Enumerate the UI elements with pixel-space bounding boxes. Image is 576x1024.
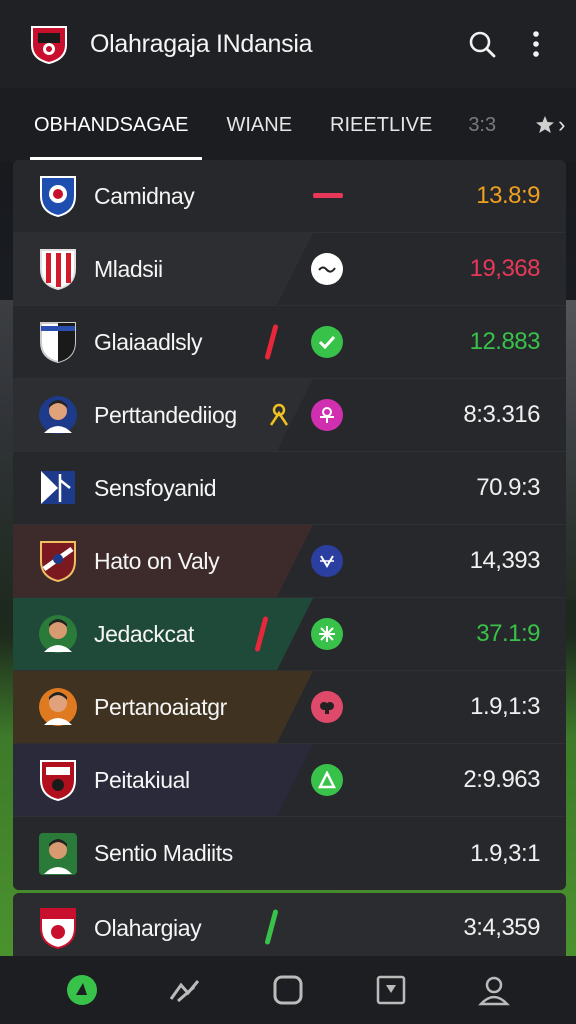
stadium-light-left [0, 300, 14, 600]
list-item[interactable]: Mladsii 19,368 [13, 233, 566, 306]
team-score: 3:4,359 [463, 914, 540, 941]
status-dot-icon [311, 545, 343, 577]
player-avatar-icon [39, 615, 77, 653]
tab-bar: OBHANDSAGAE WIANE RIEETLIVE 3:3 › [0, 88, 576, 162]
bookmark-icon[interactable] [369, 968, 413, 1012]
team-name: Mladsii [94, 255, 163, 282]
app-header: Olahragaja INdansia [0, 0, 576, 88]
team-score: 2:9.963 [463, 766, 540, 793]
blue-crest-icon [40, 176, 76, 218]
list-item[interactable]: Hato on Valy 14,393 [13, 525, 566, 598]
list-item[interactable]: Camidnay 13.8:9 [13, 160, 566, 233]
team-score: 14,393 [469, 547, 541, 574]
chevron-right-icon: › [558, 112, 566, 137]
team-score: 12.883 [469, 328, 541, 355]
team-name: Camidnay [94, 182, 195, 209]
black-shield-crest-icon [40, 322, 76, 364]
status-dot-icon [311, 253, 343, 285]
tab-rieetlive[interactable]: RIEETLIVE [330, 88, 432, 162]
team-name: Hato on Valy [94, 547, 220, 574]
list-item[interactable]: Glaiaadlsly 12.883 [13, 306, 566, 379]
team-score: 37.1:9 [476, 620, 540, 647]
team-name: Sentio Madiits [94, 840, 233, 866]
team-name: Olahargiay [94, 914, 202, 941]
tab-wiane[interactable]: WIANE [226, 88, 292, 162]
team-score: 1.9,1:3 [470, 693, 540, 720]
list-item[interactable]: Jedackcat 37.1:9 [13, 598, 566, 671]
team-score: 19,368 [469, 255, 541, 282]
team-name: Perttandediiog [94, 401, 237, 428]
app-title: Olahragaja INdansia [90, 29, 313, 58]
tab-more[interactable]: › [534, 88, 565, 162]
bottom-nav [0, 956, 576, 1024]
list-item[interactable]: Sensfoyanid 70.9:3 [13, 452, 566, 525]
standings-list: Camidnay 13.8:9 Mladsii 19,368 Glaiaadls… [13, 160, 566, 890]
player-avatar-icon [39, 688, 77, 726]
check-icon [311, 326, 343, 358]
trophy-icon [536, 116, 555, 133]
profile-icon[interactable] [472, 968, 516, 1012]
team-score: 70.9:3 [476, 474, 540, 501]
team-name: Peitakiual [94, 766, 190, 793]
status-dot-icon [311, 399, 343, 431]
red-crest-icon [40, 760, 76, 802]
player-avatar-icon [39, 832, 77, 875]
team-name: Glaiaadlsly [94, 328, 203, 355]
more-vertical-icon[interactable] [520, 28, 552, 60]
team-score: 8:3.316 [463, 401, 540, 428]
list-item[interactable]: Perttandediiog 8:3.316 [13, 379, 566, 452]
player-avatar-icon [39, 396, 77, 434]
search-icon[interactable] [466, 28, 498, 60]
status-dot-icon [311, 691, 343, 723]
list-item[interactable]: Sentio Madiits 1.9,3:1 [13, 817, 566, 890]
red-white-striped-crest-icon [40, 249, 76, 291]
team-name: Pertanoaiatgr [94, 693, 227, 720]
user-icon [269, 403, 289, 432]
team-name: Sensfoyanid [94, 474, 217, 501]
square-icon[interactable] [266, 968, 310, 1012]
status-dot-icon [311, 764, 343, 796]
team-score: 13.8:9 [476, 182, 540, 209]
stats-icon[interactable] [163, 968, 207, 1012]
tab-score[interactable]: 3:3 [468, 88, 496, 162]
maroon-crest-icon [40, 541, 76, 583]
blue-flag-crest-icon [41, 471, 75, 504]
live-icon[interactable] [60, 968, 104, 1012]
club-crest-icon [31, 26, 67, 65]
list-item[interactable]: Pertanoaiatgr 1.9,1:3 [13, 671, 566, 744]
list-item[interactable]: Peitakiual 2:9.963 [13, 744, 566, 817]
tab-obhandsagae[interactable]: OBHANDSAGAE [29, 88, 204, 162]
list-item[interactable]: Olahargiay 3:4,359 [13, 893, 566, 963]
status-dash-icon [313, 193, 343, 198]
red-crest-icon [40, 908, 76, 950]
status-dot-icon [311, 618, 343, 650]
team-score: 1.9,3:1 [470, 839, 540, 867]
